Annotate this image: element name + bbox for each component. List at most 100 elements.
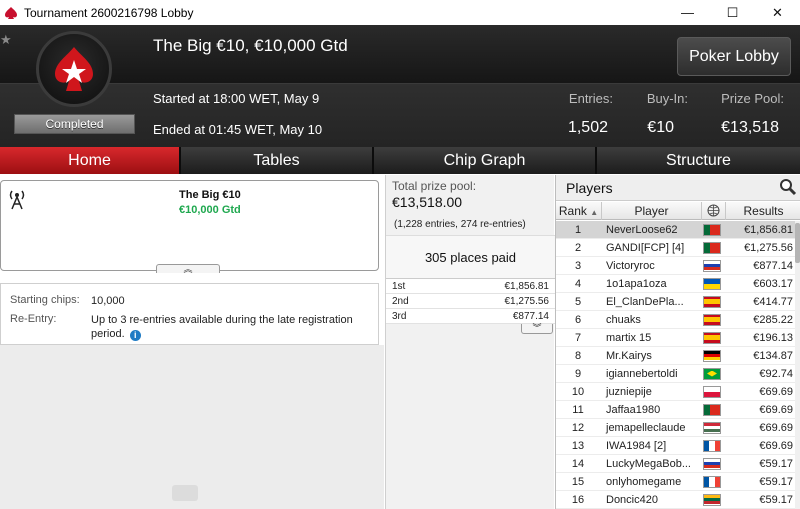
player-row[interactable]: 15 onlyhomegame €59.17 bbox=[556, 473, 796, 491]
entries-label: Entries: bbox=[568, 91, 613, 106]
player-name: Doncic420 bbox=[606, 494, 658, 506]
player-row[interactable]: 7 martix 15 €196.13 bbox=[556, 329, 796, 347]
entries-value: 1,502 bbox=[567, 119, 608, 136]
buyin-value: €10 bbox=[647, 119, 674, 136]
end-time: Ended at 01:45 WET, May 10 bbox=[153, 122, 323, 137]
broadcast-antenna-icon bbox=[9, 190, 25, 210]
payout-amount: €1,275.56 bbox=[504, 296, 550, 307]
player-name: LuckyMegaBob... bbox=[606, 458, 691, 470]
player-rank: 6 bbox=[574, 314, 582, 326]
player-row[interactable]: 11 Jaffaa1980 €69.69 bbox=[556, 401, 796, 419]
players-list: 1 NeverLoose62 €1,856.81 2 GANDI[FCP] [4] €1,… bbox=[556, 221, 796, 509]
player-name: El_ClanDePla... bbox=[606, 296, 684, 308]
tab-tables[interactable]: Tables bbox=[181, 147, 374, 174]
player-rank: 5 bbox=[574, 296, 582, 308]
player-row[interactable]: 13 IWA1984 [2] €69.69 bbox=[556, 437, 796, 455]
player-result: €69.69 bbox=[759, 404, 793, 416]
player-rank: 8 bbox=[574, 350, 582, 362]
player-row[interactable]: 10 juzniepije €69.69 bbox=[556, 383, 796, 401]
prizepool-label: Prize Pool: bbox=[721, 91, 784, 106]
player-result: €92.74 bbox=[759, 368, 793, 380]
player-row[interactable]: 6 chuaks €285.22 bbox=[556, 311, 796, 329]
player-result: €59.17 bbox=[759, 494, 793, 506]
buyin-label: Buy-In: bbox=[646, 91, 688, 106]
country-flag-icon bbox=[702, 221, 722, 238]
player-name: onlyhomegame bbox=[606, 476, 682, 488]
player-result: €134.87 bbox=[753, 350, 793, 362]
expand-card-button[interactable]: ︽ bbox=[156, 264, 220, 274]
player-name: igiannebertoldi bbox=[606, 368, 678, 380]
tournament-name: The Big €10, €10,000 Gtd bbox=[153, 36, 348, 55]
player-column-header[interactable]: Player bbox=[602, 202, 702, 220]
player-result: €59.17 bbox=[759, 476, 793, 488]
player-row[interactable]: 12 jemapelleclaude €69.69 bbox=[556, 419, 796, 437]
total-prize-label: Total prize pool: bbox=[392, 179, 477, 193]
reentry-text-wrap: Up to 3 re-entries available during the … bbox=[91, 313, 366, 341]
rank-column-header[interactable]: Rank ▲ bbox=[556, 202, 602, 220]
player-name: jemapelleclaude bbox=[606, 422, 686, 434]
payout-row: 3rd €877.14 bbox=[386, 309, 555, 324]
player-result: €1,275.56 bbox=[744, 242, 793, 254]
player-row[interactable]: 4 1o1apa1oza €603.17 bbox=[556, 275, 796, 293]
tournament-summary-card: The Big €10 €10,000 Gtd ︽ bbox=[0, 180, 379, 274]
tournament-header: ★ Completed The Big €10, €10,000 Gtd Sta… bbox=[0, 25, 800, 147]
players-column-header: Rank ▲ Player Results bbox=[556, 202, 800, 220]
player-result: €285.22 bbox=[753, 314, 793, 326]
poker-lobby-button[interactable]: Poker Lobby bbox=[677, 37, 791, 76]
player-rank: 7 bbox=[574, 332, 582, 344]
country-flag-icon bbox=[702, 437, 722, 454]
country-flag-icon bbox=[702, 455, 722, 472]
player-rank: 9 bbox=[574, 368, 582, 380]
country-flag-icon bbox=[702, 401, 722, 418]
players-scrollbar[interactable] bbox=[795, 221, 800, 509]
player-row[interactable]: 9 igiannebertoldi €92.74 bbox=[556, 365, 796, 383]
country-flag-icon bbox=[702, 473, 722, 490]
country-flag-icon bbox=[702, 365, 722, 382]
country-flag-icon bbox=[702, 383, 722, 400]
player-row[interactable]: 5 El_ClanDePla... €414.77 bbox=[556, 293, 796, 311]
player-name: Mr.Kairys bbox=[606, 350, 652, 362]
player-row[interactable]: 3 Victoryroc €877.14 bbox=[556, 257, 796, 275]
player-row[interactable]: 2 GANDI[FCP] [4] €1,275.56 bbox=[556, 239, 796, 257]
player-result: €69.69 bbox=[759, 440, 793, 452]
results-column-header[interactable]: Results bbox=[726, 202, 800, 220]
tab-chip-graph[interactable]: Chip Graph bbox=[374, 147, 597, 174]
player-rank: 14 bbox=[571, 458, 585, 470]
favorite-star-icon[interactable]: ★ bbox=[0, 32, 12, 48]
tab-structure[interactable]: Structure bbox=[597, 147, 800, 174]
player-row[interactable]: 8 Mr.Kairys €134.87 bbox=[556, 347, 796, 365]
tab-home[interactable]: Home bbox=[0, 147, 181, 174]
player-row[interactable]: 16 Doncic420 €59.17 bbox=[556, 491, 796, 509]
player-rank: 1 bbox=[574, 224, 582, 236]
country-flag-icon bbox=[702, 239, 722, 256]
status-badge: Completed bbox=[14, 114, 135, 134]
player-name: chuaks bbox=[606, 314, 641, 326]
player-result: €414.77 bbox=[753, 296, 793, 308]
player-name: 1o1apa1oza bbox=[606, 278, 667, 290]
player-result: €196.13 bbox=[753, 332, 793, 344]
player-name: martix 15 bbox=[606, 332, 652, 344]
search-players-icon[interactable] bbox=[779, 178, 797, 196]
window-titlebar: Tournament 2600216798 Lobby — ☐ ✕ bbox=[0, 0, 800, 25]
scrollbar-thumb[interactable] bbox=[795, 223, 800, 263]
player-name: Jaffaa1980 bbox=[606, 404, 661, 416]
minimize-button[interactable]: — bbox=[665, 0, 710, 25]
places-paid: 305 places paid bbox=[386, 235, 555, 279]
info-icon[interactable]: i bbox=[129, 330, 141, 341]
country-flag-icon bbox=[702, 293, 722, 310]
player-rank: 13 bbox=[571, 440, 585, 452]
player-row[interactable]: 14 LuckyMegaBob... €59.17 bbox=[556, 455, 796, 473]
country-flag-icon bbox=[702, 491, 722, 508]
players-header: Players bbox=[556, 175, 800, 201]
sort-arrow-icon: ▲ bbox=[590, 208, 599, 217]
player-rank: 15 bbox=[571, 476, 585, 488]
card-title: The Big €10 bbox=[179, 189, 241, 201]
country-globe-icon[interactable] bbox=[702, 202, 726, 220]
maximize-button[interactable]: ☐ bbox=[710, 0, 755, 25]
player-row[interactable]: 1 NeverLoose62 €1,856.81 bbox=[556, 221, 796, 239]
prize-pool-panel: Total prize pool: €13,518.00 (1,228 entr… bbox=[385, 175, 555, 509]
expand-payouts-button[interactable]: ︾ bbox=[521, 324, 553, 334]
close-button[interactable]: ✕ bbox=[755, 0, 800, 25]
country-flag-icon bbox=[702, 419, 722, 436]
window-title: Tournament 2600216798 Lobby bbox=[24, 5, 194, 20]
